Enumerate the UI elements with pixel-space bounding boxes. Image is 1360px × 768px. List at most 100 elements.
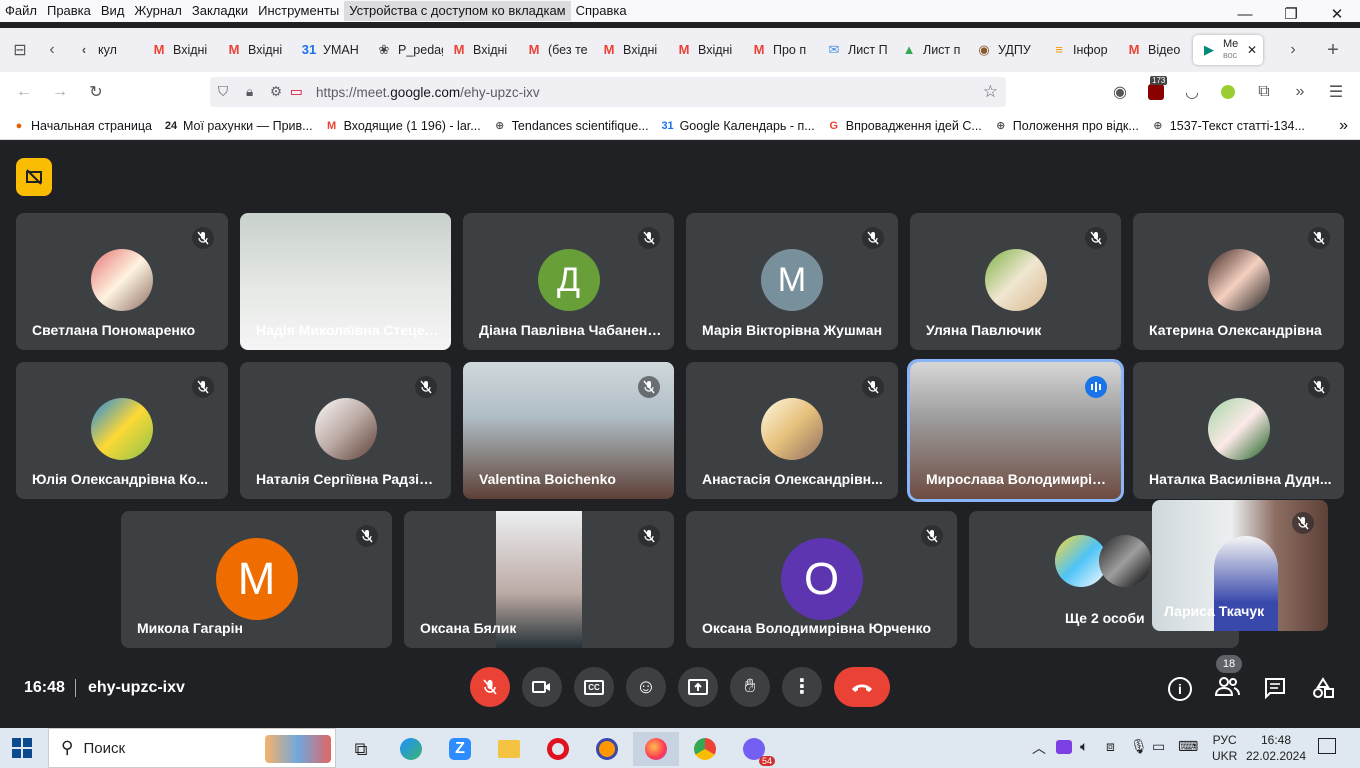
start-button[interactable] [12,738,32,758]
shield-icon[interactable]: ⛉ [218,84,236,100]
back-icon[interactable]: ← [8,77,40,107]
notifications-icon[interactable] [1318,738,1336,754]
chat-button[interactable] [1264,677,1286,704]
edge-icon[interactable] [388,732,434,766]
language-indicator[interactable]: РУС UKR [1212,732,1237,764]
menu-file[interactable]: Файл [0,1,42,21]
tab-8[interactable]: M Вхідні [668,35,743,65]
tab-12[interactable]: ◉ УДПУ [968,35,1043,65]
opera-icon[interactable] [535,732,581,766]
close-window-icon[interactable]: ✕ [1314,0,1360,28]
avast-browser-icon[interactable] [584,732,630,766]
participant-tile[interactable]: Мирослава Володимирівна [907,359,1124,502]
account-icon[interactable]: ◉ [1104,77,1136,107]
tab-2[interactable]: M Вхідні [218,35,293,65]
url-bar[interactable]: ⛉ 🔒︎ ⚙ ▭ https://meet.google.com/ehy-upz… [210,77,1006,107]
bookmark-6[interactable]: ⊕ Положення про відк... [988,119,1145,133]
people-button[interactable]: 18 [1214,655,1242,703]
clock[interactable]: 16:48 22.02.2024 [1244,732,1308,764]
participant-tile[interactable]: Анастасія Олександрівн... [686,362,898,499]
participant-tile[interactable]: М Марія Вікторівна Жушман [686,213,898,350]
permissions-icon[interactable]: ⚙ [270,84,288,100]
bookmark-1[interactable]: 24 Мої рахунки — Прив... [158,119,319,133]
bookmark-2[interactable]: M Входящие (1 196) - lar... [319,119,487,133]
zoom-icon[interactable]: Z [437,732,483,766]
participant-tile[interactable]: М Микола Гагарін [121,511,392,648]
participant-tile[interactable]: Юлія Олександрівна Ко... [16,362,228,499]
participant-tile[interactable]: Д Діана Павлівна Чабаненко [463,213,674,350]
menu-tools[interactable]: Инструменты [253,1,344,21]
more-bookmarks-icon[interactable]: » [1339,117,1348,135]
menu-help[interactable]: Справка [571,1,632,21]
tab-6[interactable]: M (без те [518,35,593,65]
scroll-tabs-left-icon[interactable]: ‹ [36,35,68,65]
microphone-icon[interactable]: 🎙︎ [1130,738,1148,755]
pocket-icon[interactable]: ◡ [1176,77,1208,107]
present-button[interactable] [678,667,718,707]
tray-device-icon[interactable]: ⧈ [1106,738,1115,755]
meeting-info-button[interactable]: i [1168,677,1192,701]
firefox-icon[interactable] [633,732,679,766]
menu-view[interactable]: Вид [96,1,130,21]
maximize-icon[interactable]: ❐ [1268,0,1314,28]
participant-tile[interactable]: Valentina Boichenko [463,362,674,499]
chrome-icon[interactable] [682,732,728,766]
captions-button[interactable]: CC [574,667,614,707]
leave-call-button[interactable] [834,667,890,707]
menu-bookmarks[interactable]: Закладки [187,1,253,21]
tab-3[interactable]: 31 УМАН [293,35,368,65]
hamburger-menu-icon[interactable]: ☰ [1320,77,1352,107]
bookmark-4[interactable]: 31 Google Календарь - п... [655,119,821,133]
participant-tile[interactable]: Наталія Сергіївна Радзів... [240,362,451,499]
participant-tile[interactable]: Уляна Павлючик [910,213,1121,350]
tab-11[interactable]: ▲ Лист п [893,35,968,65]
bookmark-star-icon[interactable]: ☆ [983,82,998,102]
participant-tile[interactable]: Наталка Василівна Дудн... [1133,362,1344,499]
forward-icon[interactable]: → [44,77,76,107]
participant-tile[interactable]: Катерина Олександрівна [1133,213,1344,350]
mic-off-button[interactable] [470,667,510,707]
bookmark-0[interactable]: ● Начальная страница [6,119,158,133]
extensions-puzzle-icon[interactable]: ⧉ [1248,77,1280,107]
tab-0[interactable]: ‹ кул [68,35,143,65]
menu-devices[interactable]: Устройства с доступом ко вкладкам [344,1,571,21]
self-view-tile[interactable]: Лариса Ткачук [1152,500,1328,631]
tab-overview-icon[interactable]: ⊟ [4,35,36,65]
minimize-icon[interactable]: — [1222,0,1268,28]
more-tools-icon[interactable]: » [1284,77,1316,107]
bookmark-5[interactable]: G Впровадження ідей С... [821,119,988,133]
participant-tile[interactable]: Надія Миколаївна Стецевич [240,213,451,350]
keyboard-icon[interactable]: ⌨ [1178,738,1198,755]
extension-green-icon[interactable] [1212,77,1244,107]
tab-1[interactable]: M Вхідні [143,35,218,65]
lock-icon[interactable]: 🔒︎ [246,84,264,100]
activities-button[interactable] [1312,677,1334,704]
network-icon[interactable]: ▭ [1152,738,1165,755]
tray-expand-icon[interactable]: ︿ [1032,738,1046,758]
camera-permission-icon[interactable]: ▭ [290,84,308,100]
raise-hand-button[interactable]: ✋︎ [730,667,770,707]
new-tab-icon[interactable]: + [1317,35,1349,65]
host-controls-icon[interactable] [16,158,52,196]
close-tab-icon[interactable]: ✕ [1247,43,1257,57]
tab-5[interactable]: M Вхідні [443,35,518,65]
tray-camera-icon[interactable] [1056,740,1072,754]
tab-7[interactable]: M Вхідні [593,35,668,65]
menu-history[interactable]: Журнал [129,1,186,21]
participant-tile[interactable]: О Оксана Володимирівна Юрченко [686,511,957,648]
tab-10[interactable]: ✉ Лист П [818,35,893,65]
participant-tile[interactable]: Светлана Пономаренко [16,213,228,350]
search-box[interactable]: ⚲ Поиск [48,728,336,768]
tab-4[interactable]: ❀ P_pedag [368,35,443,65]
reload-icon[interactable]: ↻ [80,77,112,107]
extension-ublock-icon[interactable]: 173 [1140,76,1172,107]
bookmark-3[interactable]: ⊕ Tendances scientifique... [487,119,655,133]
tab-14[interactable]: M Відео [1118,35,1193,65]
bookmark-7[interactable]: ⊕ 1537-Текст статті-134... [1145,119,1311,133]
volume-icon[interactable]: 🔈︎ [1080,738,1088,755]
tab-9[interactable]: M Про п [743,35,818,65]
menu-edit[interactable]: Правка [42,1,96,21]
task-view-icon[interactable]: ⧉ [338,732,384,766]
more-options-button[interactable]: ⋮ [782,667,822,707]
file-explorer-icon[interactable] [486,732,532,766]
